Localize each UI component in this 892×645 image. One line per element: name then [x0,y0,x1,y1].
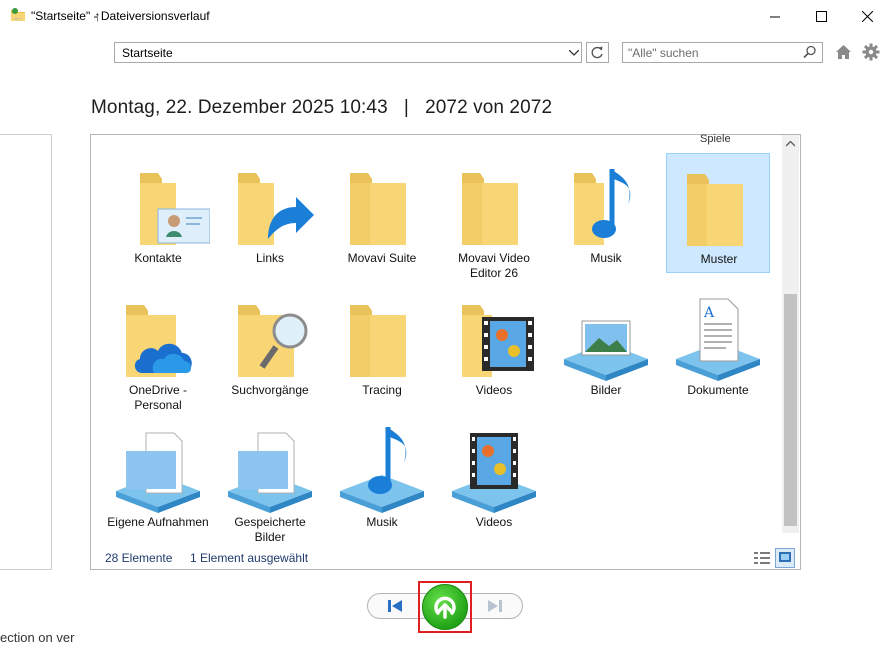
list-item[interactable]: Links [218,153,322,273]
folder-icon [350,173,406,245]
item-label: Videos [475,515,513,529]
contacts-folder-icon [140,173,210,245]
svg-text:A: A [703,305,715,321]
clipped-item-label: Spiele [700,133,731,145]
recordings-library-icon [116,432,200,513]
minimize-icon [769,16,780,17]
music-folder-icon [574,169,631,245]
item-label: Kontakte [134,251,182,265]
close-button[interactable] [844,0,890,32]
chevron-up-icon [786,141,795,147]
item-label: Bilder [590,383,622,397]
list-item[interactable]: Videos [442,285,546,405]
next-version-button[interactable] [480,596,510,616]
list-item[interactable]: Videos [442,417,546,537]
music-library-icon [340,427,424,513]
version-date: Montag, 22. Dezember 2025 10:43 [91,97,388,118]
item-label: Dokumente [687,383,749,397]
item-label: Muster [700,252,738,266]
refresh-button[interactable] [586,42,609,63]
gear-icon[interactable] [862,43,880,61]
list-item[interactable]: Kontakte [106,153,210,273]
forward-button[interactable]: → [40,9,53,24]
videos-library-icon [452,433,536,513]
window-title: "Startseite" - Dateiversionsverlauf [31,9,210,23]
list-item[interactable]: Muster [666,153,770,273]
version-heading: Montag, 22. Dezember 2025 10:43 | 2072 v… [91,97,552,119]
details-view-icon[interactable] [753,549,771,567]
heading-separator: | [403,97,409,118]
folder-icon [462,173,518,245]
documents-library-icon: A [676,298,760,381]
list-item[interactable]: Musik [554,153,658,273]
home-icon[interactable] [835,44,852,60]
address-text[interactable]: Startseite [122,46,173,60]
background-text: ection on ver [0,630,75,645]
list-item[interactable]: Movavi Video Editor 26 [442,153,546,280]
large-icons-view-button[interactable] [775,548,795,568]
item-label: Links [255,251,284,265]
item-label: Suchvorgänge [231,383,309,397]
skip-previous-icon [388,600,402,612]
links-folder-icon [238,173,314,245]
onedrive-folder-icon [126,305,192,377]
address-dropdown-button[interactable] [566,44,582,62]
list-item[interactable]: Tracing [330,285,434,405]
refresh-icon [591,46,603,59]
scroll-up-button[interactable] [782,137,799,151]
large-icons-view-icon [779,552,791,562]
searches-folder-icon [238,305,308,377]
selection-status: 1 Element ausgewählt [190,551,309,565]
list-item[interactable]: OneDrive - Personal [106,285,210,412]
restore-button[interactable] [422,584,468,630]
close-icon [861,10,873,22]
search-input[interactable]: "Alle" suchen [628,46,699,60]
list-item[interactable]: Eigene Aufnahmen [106,417,210,537]
restore-icon [434,596,456,619]
item-label: Videos [475,383,513,397]
list-item[interactable]: Bilder [554,285,658,405]
previous-version-button[interactable] [380,596,410,616]
item-label: OneDrive - Personal [128,383,187,412]
back-button[interactable]: ← [12,9,25,24]
item-label: Tracing [362,383,402,397]
version-counter: 2072 von 2072 [425,97,553,118]
list-item[interactable]: Suchvorgänge [218,285,322,405]
item-label: Movavi Suite [347,251,417,265]
address-bar[interactable] [114,42,582,63]
previous-version-panel[interactable] [0,134,52,570]
maximize-icon [815,10,827,22]
maximize-button[interactable] [798,0,844,32]
item-label: Musik [366,515,398,529]
item-label: Eigene Aufnahmen [107,515,209,529]
recent-locations-button[interactable]: ⌄ [66,11,74,22]
saved-pictures-library-icon [228,432,312,513]
minimize-button[interactable] [752,0,798,32]
item-label: Movavi Video Editor 26 [458,251,530,280]
up-button[interactable]: ↑ [94,8,101,24]
list-item[interactable]: Gespeicherte Bilder [218,417,322,544]
item-count: 28 Elemente [105,551,173,565]
folder-icon [350,305,406,377]
list-item[interactable]: Musik [330,417,434,537]
skip-next-icon [488,600,502,612]
item-label: Musik [590,251,622,265]
list-item[interactable]: A Dokumente [666,285,770,405]
search-icon[interactable] [803,45,817,59]
pictures-library-icon [564,320,648,381]
chevron-down-icon [569,50,579,56]
list-item[interactable]: Movavi Suite [330,153,434,273]
file-view-panel: Kontakte Links Movavi Suite Movavi Video… [90,134,801,570]
scroll-thumb[interactable] [784,294,797,526]
folder-icon [687,174,743,246]
item-label: Gespeicherte Bilder [234,515,306,544]
videos-folder-icon [462,305,534,377]
